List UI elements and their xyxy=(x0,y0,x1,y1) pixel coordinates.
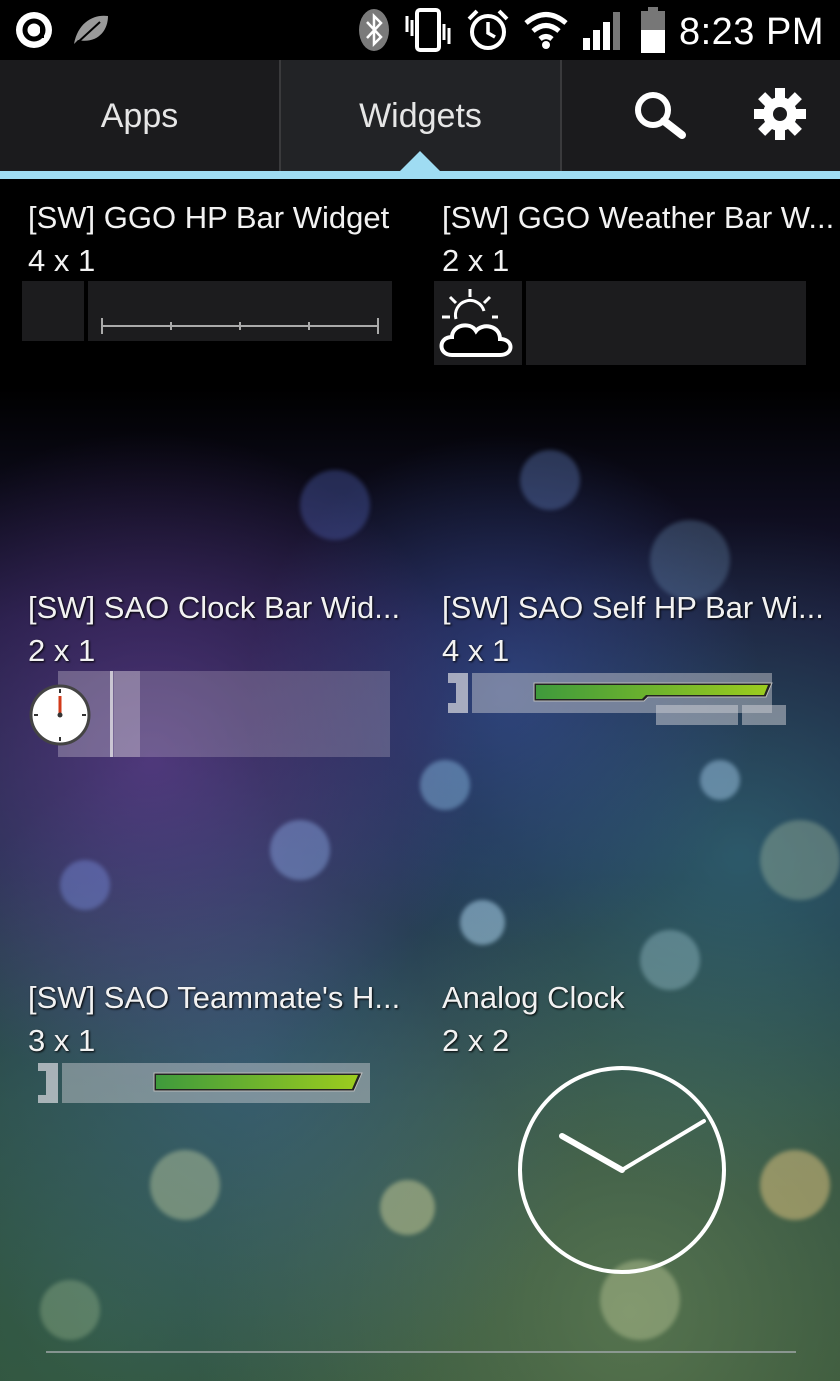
settings-button[interactable] xyxy=(720,60,840,172)
gear-icon xyxy=(753,87,807,146)
leaf-icon xyxy=(70,10,112,55)
tab-apps-label: Apps xyxy=(100,96,179,135)
widget-item-sao-clock-bar[interactable]: [SW] SAO Clock Bar Wid... 2 x 1 xyxy=(0,570,420,950)
widget-size: 3 x 1 xyxy=(28,1023,96,1058)
widget-preview xyxy=(448,671,788,731)
vibrate-icon xyxy=(403,6,453,59)
preview-panel xyxy=(114,671,390,757)
bluetooth-icon xyxy=(357,7,391,58)
preview-panel xyxy=(526,281,806,365)
widget-item-analog-clock[interactable]: Analog Clock 2 x 2 xyxy=(420,960,840,1340)
tab-indicator-line xyxy=(0,171,840,179)
widget-title: [SW] GGO Weather Bar W... xyxy=(442,200,835,235)
widget-title: [SW] GGO HP Bar Widget xyxy=(28,200,390,235)
clock-icon xyxy=(28,683,92,752)
battery-icon xyxy=(639,6,667,59)
preview-panel xyxy=(22,281,84,341)
app-circle-icon xyxy=(14,10,54,55)
widget-item-sao-teammate-hp[interactable]: [SW] SAO Teammate's H... 3 x 1 xyxy=(0,960,420,1340)
clock-time: 8:23 PM xyxy=(678,11,824,53)
preview-panel xyxy=(434,281,522,365)
preview-panel xyxy=(88,281,392,341)
widget-item-sao-self-hp-bar[interactable]: [SW] SAO Self HP Bar Wi... 4 x 1 xyxy=(420,570,840,950)
hp-gauge-scale xyxy=(101,318,379,334)
hp-bar-graphic xyxy=(448,673,786,725)
signal-icon xyxy=(581,8,627,57)
search-icon xyxy=(632,89,688,144)
widget-item-ggo-weather-bar[interactable]: [SW] GGO Weather Bar W... 2 x 1 xyxy=(420,180,840,560)
search-button[interactable] xyxy=(600,60,720,172)
tab-widgets-label: Widgets xyxy=(359,96,482,135)
widget-preview xyxy=(36,1061,376,1107)
widget-title: [SW] SAO Self HP Bar Wi... xyxy=(442,590,824,625)
widget-size: 4 x 1 xyxy=(442,633,510,668)
wifi-icon xyxy=(523,10,569,55)
widget-preview xyxy=(434,281,806,365)
widget-title: [SW] SAO Teammate's H... xyxy=(28,980,401,1015)
widget-preview xyxy=(22,281,392,341)
preview-divider xyxy=(110,671,113,757)
status-bar: 8:23 PM xyxy=(0,0,840,60)
alarm-icon xyxy=(465,7,511,58)
teammate-hp-bar-graphic xyxy=(38,1063,370,1103)
widget-size: 2 x 2 xyxy=(442,1023,510,1058)
tab-indicator-arrow xyxy=(400,151,440,171)
page-indicator-line xyxy=(46,1351,796,1353)
widget-item-ggo-hp-bar[interactable]: [SW] GGO HP Bar Widget 4 x 1 xyxy=(0,180,420,560)
widget-title: Analog Clock xyxy=(442,980,625,1015)
tab-apps[interactable]: Apps xyxy=(0,60,279,172)
tab-divider xyxy=(560,60,562,172)
widget-size: 4 x 1 xyxy=(28,243,96,278)
widget-size: 2 x 1 xyxy=(442,243,510,278)
widget-title: [SW] SAO Clock Bar Wid... xyxy=(28,590,401,625)
widget-size: 2 x 1 xyxy=(28,633,96,668)
analog-clock-icon xyxy=(516,1064,728,1281)
partly-cloudy-icon xyxy=(434,289,522,369)
widget-preview xyxy=(28,671,390,757)
